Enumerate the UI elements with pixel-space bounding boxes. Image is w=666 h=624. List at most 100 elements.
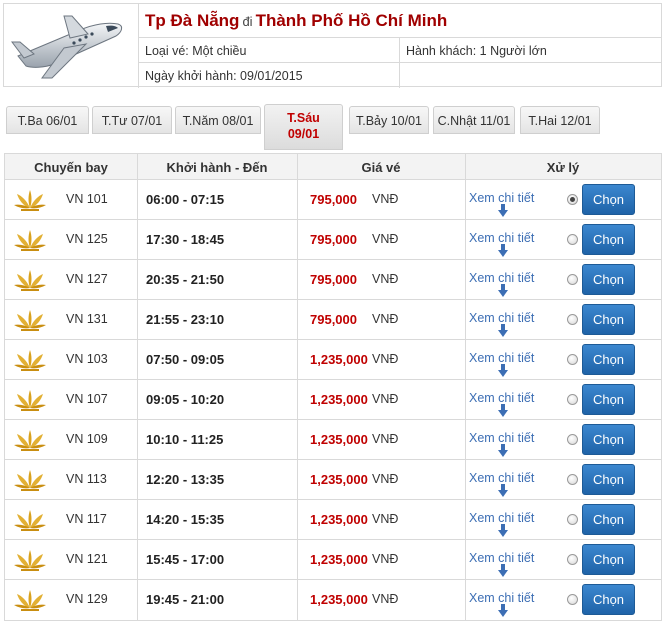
col-flight: Chuyến bay — [34, 160, 108, 175]
divider — [297, 340, 298, 379]
flight-time: 07:50 - 09:05 — [146, 352, 225, 367]
choose-button[interactable]: Chọn — [582, 424, 635, 455]
flight-price: 1,235,000 — [310, 552, 368, 567]
price-currency: VNĐ — [372, 192, 399, 206]
flight-time: 17:30 - 18:45 — [146, 232, 225, 247]
divider — [137, 420, 138, 459]
info-row: Loại vé: Một chiều Hành khách: 1 Người l… — [138, 38, 661, 63]
tab-date-1001[interactable]: T.Bảy 10/01 — [349, 106, 429, 134]
flight-price: 795,000 — [310, 232, 357, 247]
choose-button[interactable]: Chọn — [582, 504, 635, 535]
table-row: VN 125 17:30 - 18:45 795,000 VNĐ Xem chi… — [5, 220, 661, 260]
choose-button[interactable]: Chọn — [582, 384, 635, 415]
view-details-link[interactable]: Xem chi tiết — [469, 311, 534, 325]
view-details-link[interactable]: Xem chi tiết — [469, 351, 534, 365]
divider — [137, 180, 138, 219]
divider — [297, 580, 298, 620]
flight-price: 795,000 — [310, 312, 357, 327]
select-radio[interactable] — [567, 594, 578, 605]
select-radio[interactable] — [567, 274, 578, 285]
arrow-down-icon — [498, 244, 508, 257]
choose-button[interactable]: Chọn — [582, 224, 635, 255]
table-row: VN 121 15:45 - 17:00 1,235,000 VNĐ Xem c… — [5, 540, 661, 580]
table-row: VN 129 19:45 - 21:00 1,235,000 VNĐ Xem c… — [5, 580, 661, 620]
divider — [297, 500, 298, 539]
flight-price: 1,235,000 — [310, 392, 368, 407]
airline-logo-icon — [14, 550, 46, 571]
view-details-link[interactable]: Xem chi tiết — [469, 191, 534, 205]
divider — [297, 460, 298, 499]
view-details-link[interactable]: Xem chi tiết — [469, 591, 534, 605]
flight-time: 14:20 - 15:35 — [146, 512, 225, 527]
select-radio[interactable] — [567, 434, 578, 445]
divider — [465, 154, 466, 179]
arrow-down-icon — [498, 204, 508, 217]
flight-code: VN 103 — [66, 352, 108, 366]
price-currency: VNĐ — [372, 312, 399, 326]
choose-button[interactable]: Chọn — [582, 584, 635, 615]
flight-time: 10:10 - 11:25 — [146, 432, 224, 447]
flight-code: VN 121 — [66, 552, 108, 566]
date-tabs: T.Ba 06/01 T.Tư 07/01 T.Năm 08/01 T.Sáu … — [6, 104, 661, 150]
select-radio[interactable] — [567, 354, 578, 365]
flight-time: 12:20 - 13:35 — [146, 472, 225, 487]
divider — [297, 220, 298, 259]
view-details-link[interactable]: Xem chi tiết — [469, 271, 534, 285]
divider — [137, 460, 138, 499]
select-radio[interactable] — [567, 234, 578, 245]
flight-time: 21:55 - 23:10 — [146, 312, 225, 327]
choose-button[interactable]: Chọn — [582, 304, 635, 335]
airline-logo-icon — [14, 310, 46, 331]
airline-logo-icon — [14, 230, 46, 251]
airplane-icon — [11, 15, 123, 79]
divider — [137, 380, 138, 419]
divider — [297, 180, 298, 219]
tab-date-0801[interactable]: T.Năm 08/01 — [175, 106, 261, 134]
airline-logo-icon — [14, 350, 46, 371]
info-empty-cell — [399, 63, 661, 88]
choose-button[interactable]: Chọn — [582, 344, 635, 375]
table-row: VN 117 14:20 - 15:35 1,235,000 VNĐ Xem c… — [5, 500, 661, 540]
choose-button[interactable]: Chọn — [582, 184, 635, 215]
tab-day-label: T.Sáu — [287, 111, 320, 125]
flight-price: 1,235,000 — [310, 512, 368, 527]
choose-button[interactable]: Chọn — [582, 264, 635, 295]
choose-button[interactable]: Chọn — [582, 544, 635, 575]
tab-date-1101[interactable]: C.Nhật 11/01 — [433, 106, 515, 134]
flight-price: 1,235,000 — [310, 432, 368, 447]
select-radio[interactable] — [567, 314, 578, 325]
table-row: VN 107 09:05 - 10:20 1,235,000 VNĐ Xem c… — [5, 380, 661, 420]
view-details-link[interactable]: Xem chi tiết — [469, 511, 534, 525]
flights-table: Chuyến bay Khởi hành - Đến Giá vé Xử lý … — [4, 153, 662, 621]
view-details-link[interactable]: Xem chi tiết — [469, 431, 534, 445]
flight-price: 795,000 — [310, 272, 357, 287]
select-radio[interactable] — [567, 394, 578, 405]
airline-logo-icon — [14, 390, 46, 411]
divider — [137, 260, 138, 299]
flight-time: 06:00 - 07:15 — [146, 192, 225, 207]
tab-date-1201[interactable]: T.Hai 12/01 — [520, 106, 600, 134]
divider — [465, 500, 466, 539]
divider — [297, 420, 298, 459]
select-radio[interactable] — [567, 514, 578, 525]
divider — [137, 540, 138, 579]
price-currency: VNĐ — [372, 352, 399, 366]
select-radio[interactable] — [567, 474, 578, 485]
tab-date-0901-active[interactable]: T.Sáu 09/01 — [264, 104, 343, 150]
view-details-link[interactable]: Xem chi tiết — [469, 391, 534, 405]
tab-date-0701[interactable]: T.Tư 07/01 — [92, 106, 172, 134]
divider — [465, 300, 466, 339]
select-radio[interactable] — [567, 554, 578, 565]
tab-date-0601[interactable]: T.Ba 06/01 — [6, 106, 89, 134]
view-details-link[interactable]: Xem chi tiết — [469, 471, 534, 485]
choose-button[interactable]: Chọn — [582, 464, 635, 495]
divider — [465, 220, 466, 259]
airline-logo-icon — [14, 430, 46, 451]
divider — [137, 340, 138, 379]
arrow-down-icon — [498, 324, 508, 337]
airline-logo-icon — [14, 190, 46, 211]
price-currency: VNĐ — [372, 272, 399, 286]
select-radio[interactable] — [567, 194, 578, 205]
view-details-link[interactable]: Xem chi tiết — [469, 231, 534, 245]
view-details-link[interactable]: Xem chi tiết — [469, 551, 534, 565]
